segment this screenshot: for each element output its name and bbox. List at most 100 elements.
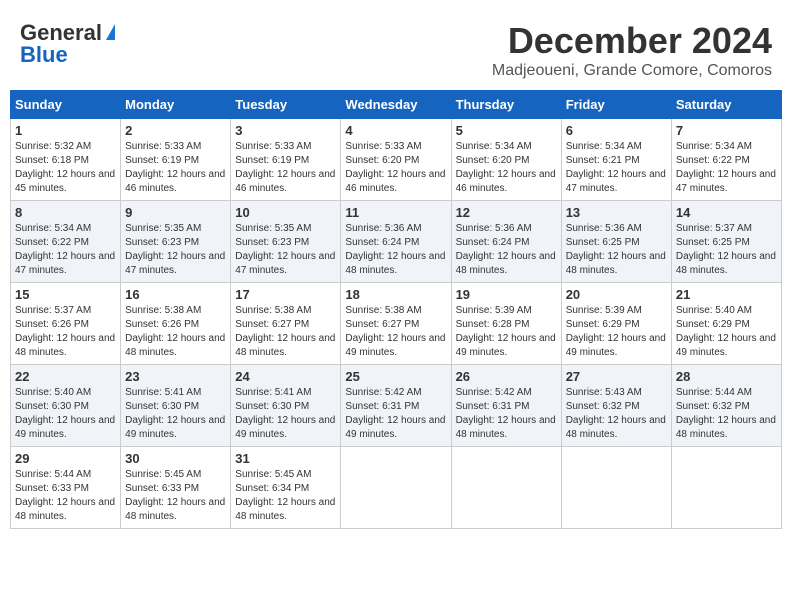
- calendar-week-2: 8 Sunrise: 5:34 AMSunset: 6:22 PMDaylight…: [11, 201, 782, 283]
- day-number: 29: [15, 451, 116, 466]
- day-info: Sunrise: 5:40 AMSunset: 6:29 PMDaylight:…: [676, 305, 776, 358]
- calendar-cell: 2 Sunrise: 5:33 AMSunset: 6:19 PMDaylight…: [121, 119, 231, 201]
- day-number: 26: [456, 369, 557, 384]
- day-info: Sunrise: 5:32 AMSunset: 6:18 PMDaylight:…: [15, 141, 115, 194]
- page-subtitle: Madjeoueni, Grande Comore, Comoros: [492, 62, 772, 80]
- day-number: 2: [125, 123, 226, 138]
- calendar-cell: [341, 447, 451, 529]
- day-info: Sunrise: 5:35 AMSunset: 6:23 PMDaylight:…: [235, 223, 335, 276]
- day-info: Sunrise: 5:43 AMSunset: 6:32 PMDaylight:…: [566, 387, 666, 440]
- day-number: 21: [676, 287, 777, 302]
- day-info: Sunrise: 5:34 AMSunset: 6:22 PMDaylight:…: [676, 141, 776, 194]
- day-info: Sunrise: 5:39 AMSunset: 6:28 PMDaylight:…: [456, 305, 556, 358]
- day-number: 6: [566, 123, 667, 138]
- calendar-cell: [561, 447, 671, 529]
- day-number: 20: [566, 287, 667, 302]
- day-info: Sunrise: 5:38 AMSunset: 6:27 PMDaylight:…: [345, 305, 445, 358]
- logo-triangle-icon: [106, 24, 115, 40]
- logo: General Blue: [20, 20, 115, 68]
- calendar-cell: 12Sunrise: 5:36 AMSunset: 6:24 PMDayligh…: [451, 201, 561, 283]
- day-number: 28: [676, 369, 777, 384]
- day-number: 13: [566, 205, 667, 220]
- calendar-cell: 6 Sunrise: 5:34 AMSunset: 6:21 PMDaylight…: [561, 119, 671, 201]
- day-info: Sunrise: 5:33 AMSunset: 6:19 PMDaylight:…: [125, 141, 225, 194]
- day-info: Sunrise: 5:42 AMSunset: 6:31 PMDaylight:…: [456, 387, 556, 440]
- day-number: 27: [566, 369, 667, 384]
- day-info: Sunrise: 5:40 AMSunset: 6:30 PMDaylight:…: [15, 387, 115, 440]
- calendar-week-4: 22 Sunrise: 5:40 AMSunset: 6:30 PMDayligh…: [11, 365, 782, 447]
- calendar-week-1: 1 Sunrise: 5:32 AMSunset: 6:18 PMDaylight…: [11, 119, 782, 201]
- day-number: 8: [15, 205, 116, 220]
- calendar-cell: 9Sunrise: 5:35 AMSunset: 6:23 PMDaylight…: [121, 201, 231, 283]
- calendar-cell: 15Sunrise: 5:37 AMSunset: 6:26 PMDayligh…: [11, 283, 121, 365]
- calendar-cell: 25 Sunrise: 5:42 AMSunset: 6:31 PMDayligh…: [341, 365, 451, 447]
- calendar-cell: [671, 447, 781, 529]
- calendar-header-thursday: Thursday: [451, 91, 561, 119]
- calendar-cell: 27 Sunrise: 5:43 AMSunset: 6:32 PMDayligh…: [561, 365, 671, 447]
- calendar-cell: 16 Sunrise: 5:38 AMSunset: 6:26 PMDayligh…: [121, 283, 231, 365]
- day-info: Sunrise: 5:35 AMSunset: 6:23 PMDaylight:…: [125, 223, 225, 276]
- day-info: Sunrise: 5:33 AMSunset: 6:20 PMDaylight:…: [345, 141, 445, 194]
- day-number: 1: [15, 123, 116, 138]
- day-info: Sunrise: 5:34 AMSunset: 6:22 PMDaylight:…: [15, 223, 115, 276]
- calendar-cell: 5Sunrise: 5:34 AMSunset: 6:20 PMDaylight…: [451, 119, 561, 201]
- calendar-cell: [451, 447, 561, 529]
- calendar-header-tuesday: Tuesday: [231, 91, 341, 119]
- calendar-header-wednesday: Wednesday: [341, 91, 451, 119]
- calendar-header-monday: Monday: [121, 91, 231, 119]
- day-number: 14: [676, 205, 777, 220]
- day-number: 7: [676, 123, 777, 138]
- day-info: Sunrise: 5:44 AMSunset: 6:32 PMDaylight:…: [676, 387, 776, 440]
- day-info: Sunrise: 5:36 AMSunset: 6:24 PMDaylight:…: [456, 223, 556, 276]
- day-number: 31: [235, 451, 336, 466]
- day-number: 10: [235, 205, 336, 220]
- calendar-cell: 30 Sunrise: 5:45 AMSunset: 6:33 PMDayligh…: [121, 447, 231, 529]
- day-number: 30: [125, 451, 226, 466]
- day-number: 25: [345, 369, 446, 384]
- day-number: 4: [345, 123, 446, 138]
- day-info: Sunrise: 5:34 AMSunset: 6:20 PMDaylight:…: [456, 141, 556, 194]
- day-info: Sunrise: 5:42 AMSunset: 6:31 PMDaylight:…: [345, 387, 445, 440]
- day-info: Sunrise: 5:44 AMSunset: 6:33 PMDaylight:…: [15, 469, 115, 522]
- calendar-table: SundayMondayTuesdayWednesdayThursdayFrid…: [10, 90, 782, 529]
- calendar-cell: 14 Sunrise: 5:37 AMSunset: 6:25 PMDayligh…: [671, 201, 781, 283]
- day-info: Sunrise: 5:45 AMSunset: 6:33 PMDaylight:…: [125, 469, 225, 522]
- calendar-cell: 3Sunrise: 5:33 AMSunset: 6:19 PMDaylight…: [231, 119, 341, 201]
- day-info: Sunrise: 5:36 AMSunset: 6:24 PMDaylight:…: [345, 223, 445, 276]
- day-number: 22: [15, 369, 116, 384]
- day-info: Sunrise: 5:38 AMSunset: 6:27 PMDaylight:…: [235, 305, 335, 358]
- calendar-cell: 8 Sunrise: 5:34 AMSunset: 6:22 PMDaylight…: [11, 201, 121, 283]
- calendar-cell: 13 Sunrise: 5:36 AMSunset: 6:25 PMDayligh…: [561, 201, 671, 283]
- calendar-cell: 28 Sunrise: 5:44 AMSunset: 6:32 PMDayligh…: [671, 365, 781, 447]
- calendar-cell: 17 Sunrise: 5:38 AMSunset: 6:27 PMDayligh…: [231, 283, 341, 365]
- calendar-week-5: 29 Sunrise: 5:44 AMSunset: 6:33 PMDayligh…: [11, 447, 782, 529]
- day-info: Sunrise: 5:45 AMSunset: 6:34 PMDaylight:…: [235, 469, 335, 522]
- day-info: Sunrise: 5:37 AMSunset: 6:25 PMDaylight:…: [676, 223, 776, 276]
- day-info: Sunrise: 5:36 AMSunset: 6:25 PMDaylight:…: [566, 223, 666, 276]
- page-header: General Blue December 2024 Madjeoueni, G…: [10, 10, 782, 85]
- calendar-header-friday: Friday: [561, 91, 671, 119]
- day-info: Sunrise: 5:38 AMSunset: 6:26 PMDaylight:…: [125, 305, 225, 358]
- calendar-cell: 22 Sunrise: 5:40 AMSunset: 6:30 PMDayligh…: [11, 365, 121, 447]
- calendar-cell: 4 Sunrise: 5:33 AMSunset: 6:20 PMDaylight…: [341, 119, 451, 201]
- day-number: 16: [125, 287, 226, 302]
- calendar-header-row: SundayMondayTuesdayWednesdayThursdayFrid…: [11, 91, 782, 119]
- calendar-cell: 19Sunrise: 5:39 AMSunset: 6:28 PMDayligh…: [451, 283, 561, 365]
- calendar-cell: 29 Sunrise: 5:44 AMSunset: 6:33 PMDayligh…: [11, 447, 121, 529]
- calendar-cell: 26 Sunrise: 5:42 AMSunset: 6:31 PMDayligh…: [451, 365, 561, 447]
- day-number: 18: [345, 287, 446, 302]
- day-info: Sunrise: 5:39 AMSunset: 6:29 PMDaylight:…: [566, 305, 666, 358]
- calendar-week-3: 15Sunrise: 5:37 AMSunset: 6:26 PMDayligh…: [11, 283, 782, 365]
- day-info: Sunrise: 5:41 AMSunset: 6:30 PMDaylight:…: [125, 387, 225, 440]
- day-number: 11: [345, 205, 446, 220]
- logo-text-blue: Blue: [20, 42, 68, 68]
- calendar-cell: 23 Sunrise: 5:41 AMSunset: 6:30 PMDayligh…: [121, 365, 231, 447]
- day-number: 17: [235, 287, 336, 302]
- calendar-cell: 18 Sunrise: 5:38 AMSunset: 6:27 PMDayligh…: [341, 283, 451, 365]
- page-title: December 2024: [492, 20, 772, 62]
- calendar-cell: 10 Sunrise: 5:35 AMSunset: 6:23 PMDayligh…: [231, 201, 341, 283]
- day-info: Sunrise: 5:34 AMSunset: 6:21 PMDaylight:…: [566, 141, 666, 194]
- day-info: Sunrise: 5:37 AMSunset: 6:26 PMDaylight:…: [15, 305, 115, 358]
- day-number: 23: [125, 369, 226, 384]
- calendar-cell: 1 Sunrise: 5:32 AMSunset: 6:18 PMDaylight…: [11, 119, 121, 201]
